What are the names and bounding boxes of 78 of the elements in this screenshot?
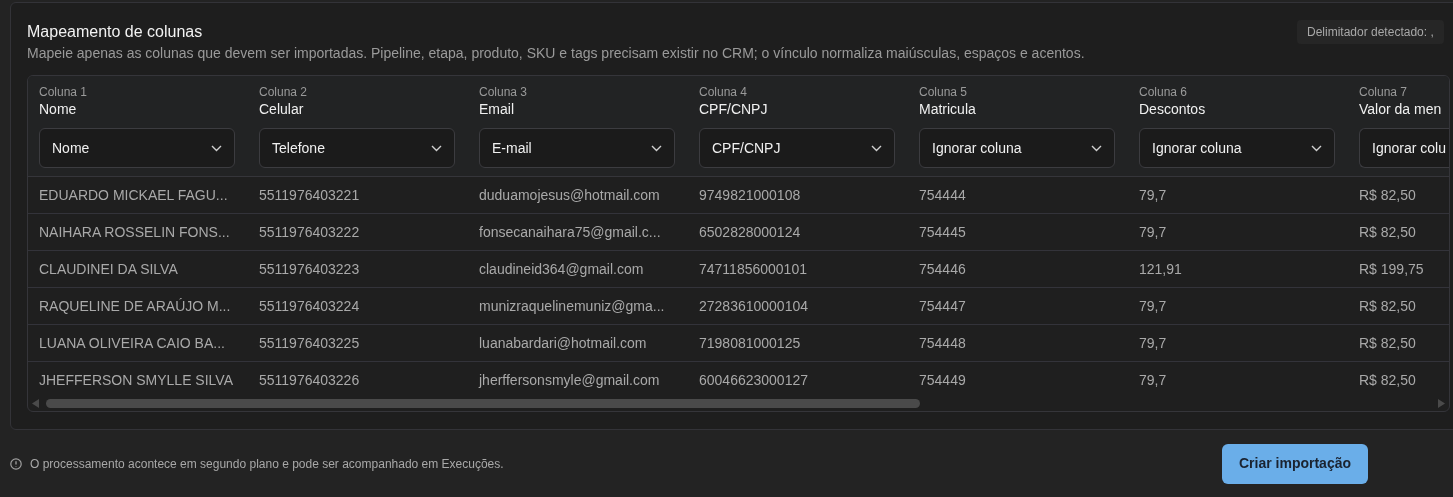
table-cell-text: 60046623000127: [698, 371, 809, 390]
column-index: Coluna 1: [39, 84, 89, 100]
table-cell-text: luanabardari@hotmail.com: [478, 333, 648, 353]
mapping-select[interactable]: CPF/CNPJ: [699, 128, 895, 168]
table-cell-text: 5511976403226: [258, 371, 361, 390]
table-cell-text: duduamojesus@hotmail.com: [478, 185, 661, 205]
chevron-down-icon: [1091, 144, 1102, 152]
chevron-down-icon: [431, 144, 442, 152]
table-cell-text: 27283610000104: [698, 296, 809, 316]
chevron-down-icon: [1311, 144, 1322, 152]
column-index: Coluna 5: [919, 84, 969, 100]
table-cell-text: 5511976403221: [258, 185, 361, 205]
table-cell-text: R$ 82,50: [1358, 371, 1417, 390]
mapping-select[interactable]: Ignorar colu: [1359, 128, 1449, 168]
table-cell-text: 79,7: [1138, 185, 1168, 205]
table-cell-text: R$ 199,75: [1358, 259, 1425, 279]
column-name: Descontos: [1139, 100, 1207, 119]
column-name: Celular: [259, 100, 305, 119]
column-index: Coluna 2: [259, 84, 309, 100]
table-cell-text: 5511976403223: [258, 259, 361, 279]
table-cell-text: munizraquelinemuniz@gma...: [478, 296, 666, 316]
table-cell-text: 79,7: [1138, 296, 1168, 316]
panel-description: Mapeie apenas as colunas que devem ser importadas. Pipeline, etapa, produto, SKU e tags precisam existir no CRM; o vínculo normaliza maiúsculas, espaços e acentos.: [27, 44, 1086, 63]
info-icon: [10, 457, 22, 470]
chevron-down-icon: [871, 144, 882, 152]
column-name: Email: [479, 100, 515, 119]
chevron-down-icon: [651, 144, 662, 152]
table-cell-text: R$ 82,50: [1358, 222, 1417, 242]
panel-title: Mapeamento de colunas: [27, 22, 203, 42]
table-cell-text: R$ 82,50: [1358, 296, 1417, 316]
mapping-select[interactable]: Ignorar coluna: [1139, 128, 1335, 168]
table-cell-text: 754444: [918, 185, 967, 205]
column-index: Coluna 3: [479, 84, 529, 100]
table-cell-text: 5511976403225: [258, 333, 361, 353]
table-cell-text: 79,7: [1138, 333, 1168, 353]
table-cell-text: 5511976403224: [258, 296, 361, 316]
table-cell-text: fonsecanaihara75@gmail.c...: [478, 222, 662, 242]
table-cell-text: jherffersonsmyle@gmail.com: [477, 371, 661, 390]
column-name: CPF/CNPJ: [699, 100, 769, 119]
column-name: Valor da men: [1359, 100, 1443, 119]
table-cell-text: 6502828000124: [698, 222, 802, 242]
create-import-button[interactable]: Criar importação: [1222, 443, 1368, 484]
table-cell-text: 754446: [918, 259, 967, 279]
table-cell-text: 754445: [918, 222, 967, 242]
mapping-select[interactable]: Nome: [39, 128, 235, 168]
mapping-select[interactable]: Ignorar coluna: [919, 128, 1115, 168]
table-cell-text: 754447: [918, 296, 967, 316]
chevron-down-icon: [211, 144, 222, 152]
scrollbar-thumb[interactable]: [46, 398, 920, 408]
table-cell-text: NAIHARA ROSSELIN FONS...: [38, 222, 231, 242]
table-cell-text: 7198081000125: [698, 333, 802, 353]
table-cell-text: 79,7: [1138, 371, 1168, 390]
mapping-select[interactable]: Telefone: [259, 128, 455, 168]
table-cell-text: EDUARDO MICKAEL FAGU...: [38, 185, 229, 205]
table-cell-text: claudineid364@gmail.com: [478, 259, 645, 279]
table-cell-text: JHEFFERSON SMYLLE SILVA: [38, 371, 234, 390]
table-cell-text: LUANA OLIVEIRA CAIO BA...: [38, 333, 226, 353]
delimiter-badge: Delimitador detectado: ,: [1297, 20, 1444, 44]
mapping-select[interactable]: E-mail: [479, 128, 675, 168]
scroll-right-icon[interactable]: [1437, 398, 1445, 408]
table-cell-text: 9749821000108: [698, 185, 802, 205]
column-index: Coluna 6: [1139, 84, 1189, 100]
table-cell-text: 121,91: [1138, 259, 1183, 279]
scroll-left-icon[interactable]: [32, 398, 40, 408]
table-cell-text: CLAUDINEI DA SILVA: [38, 259, 179, 279]
table-cell-text: 754448: [918, 333, 967, 353]
table-cell-text: R$ 82,50: [1358, 333, 1417, 353]
table-cell-text: RAQUELINE DE ARAÚJO M...: [38, 296, 232, 316]
table-cell-text: 74711856000101: [698, 259, 808, 279]
table-cell-text: 79,7: [1138, 222, 1168, 242]
column-name: Nome: [39, 100, 78, 119]
table-cell-text: 754449: [918, 371, 967, 390]
column-index: Coluna 4: [699, 84, 749, 100]
footer-note: O processamento acontece em segundo plano e pode ser acompanhado em Execuções.: [30, 455, 504, 473]
column-name: Matricula: [919, 100, 977, 119]
column-index: Coluna 7: [1359, 84, 1409, 100]
table-cell-text: 5511976403222: [258, 222, 361, 242]
table-cell-text: R$ 82,50: [1358, 185, 1417, 205]
